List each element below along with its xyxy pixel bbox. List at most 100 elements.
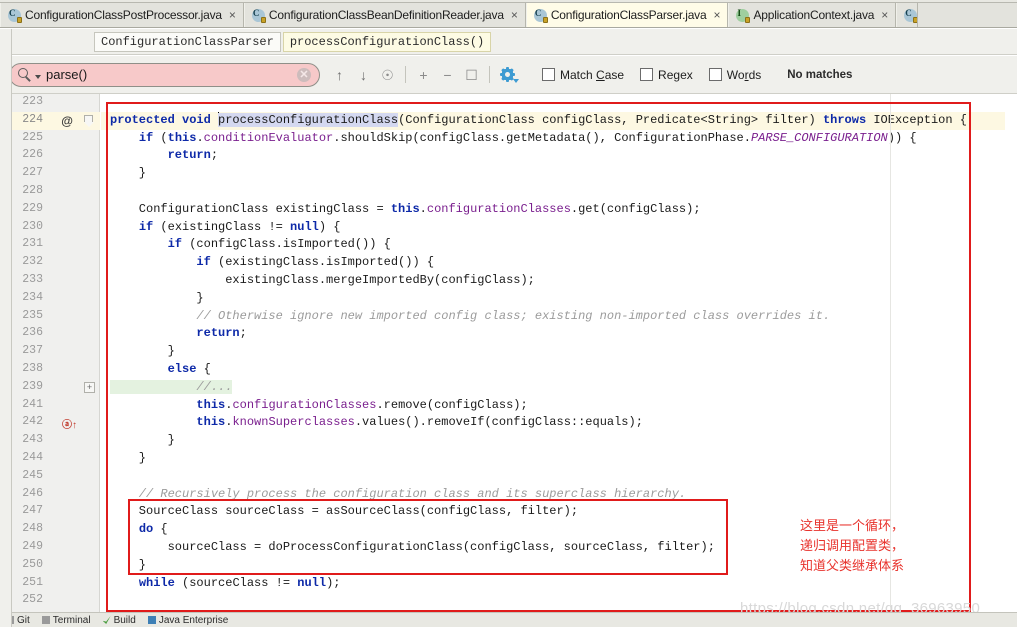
- gutter-row[interactable]: 229: [12, 201, 99, 219]
- code-line[interactable]: // Recursively process the configuration…: [101, 486, 1017, 504]
- code-line[interactable]: [101, 468, 1017, 486]
- fold-expand-icon[interactable]: +: [84, 381, 95, 393]
- gutter-row[interactable]: 237: [12, 343, 99, 361]
- select-all-occurrences-button[interactable]: ☉: [377, 64, 398, 85]
- find-settings-gear[interactable]: [497, 64, 519, 85]
- gutter-row[interactable]: 223: [12, 94, 99, 112]
- find-option-regex[interactable]: Regex: [640, 68, 693, 82]
- status-bar-item-terminal[interactable]: Terminal: [41, 615, 91, 626]
- code-line[interactable]: return;: [101, 147, 1017, 165]
- gutter-row[interactable]: 249: [12, 539, 99, 557]
- gutter-row[interactable]: 244: [12, 450, 99, 468]
- checkbox-icon[interactable]: [708, 68, 722, 81]
- checkbox-icon[interactable]: [542, 68, 555, 81]
- clear-icon[interactable]: ✕: [297, 67, 311, 82]
- code-token: throws: [822, 112, 867, 127]
- code-line[interactable]: }: [101, 165, 1017, 183]
- gutter-row[interactable]: 228: [12, 183, 99, 201]
- java-interface-icon: I: [736, 8, 751, 23]
- close-icon[interactable]: ×: [228, 9, 237, 21]
- find-next-button[interactable]: ↓: [353, 64, 374, 85]
- code-line[interactable]: else {: [101, 361, 1017, 379]
- code-line[interactable]: protected void processConfigurationClass…: [101, 111, 1017, 130]
- status-bar-item-java-enterprise[interactable]: Java Enterprise: [147, 615, 228, 626]
- close-icon[interactable]: ×: [880, 9, 889, 21]
- close-icon[interactable]: ×: [510, 9, 519, 21]
- editor-gutter[interactable]: 223 224 @225 226 227 228 229 230 231 232 233 234 235…: [12, 94, 100, 612]
- editor-vertical-scrollbar[interactable]: [1005, 94, 1017, 612]
- vcs-change-marker-icon[interactable]: ⓐ↑: [62, 416, 77, 431]
- find-toolbar[interactable]: parse() ✕ ↑ ↓ ☉ + − ☐ Match Case Regex Wor…: [0, 56, 1017, 94]
- breadcrumb[interactable]: ConfigurationClassParser processConfigura…: [0, 29, 1017, 55]
- find-option-match-case[interactable]: Match Case: [542, 68, 624, 82]
- gutter-row[interactable]: 245: [12, 468, 99, 486]
- code-line[interactable]: if (existingClass.isImported()) {: [101, 254, 1017, 272]
- chevron-down-icon[interactable]: [35, 74, 41, 79]
- gutter-row[interactable]: 239 +: [12, 379, 99, 397]
- code-line[interactable]: if (configClass.isImported()) {: [101, 236, 1017, 254]
- override-marker-icon[interactable]: @: [61, 114, 73, 128]
- gutter-row[interactable]: 242 ⓐ↑: [12, 414, 99, 432]
- find-options[interactable]: Match Case Regex Words: [542, 68, 761, 82]
- code-line[interactable]: }: [101, 343, 1017, 361]
- find-previous-button[interactable]: ↑: [329, 64, 350, 85]
- editor-tab-0[interactable]: C ConfigurationClassPostProcessor.java ×: [0, 3, 244, 27]
- code-line[interactable]: if (this.conditionEvaluator.shouldSkip(c…: [101, 130, 1017, 148]
- gutter-row[interactable]: 231: [12, 236, 99, 254]
- gutter-row[interactable]: 235: [12, 308, 99, 326]
- code-line[interactable]: }: [101, 432, 1017, 450]
- status-bar-item-build[interactable]: Build: [102, 615, 136, 626]
- select-lines-button[interactable]: ☐: [461, 64, 482, 85]
- code-line[interactable]: if (existingClass != null) {: [101, 219, 1017, 237]
- gutter-row[interactable]: 236: [12, 325, 99, 343]
- gutter-row[interactable]: 243: [12, 432, 99, 450]
- code-line[interactable]: // Otherwise ignore new imported config …: [101, 308, 1017, 326]
- gutter-row[interactable]: 227: [12, 165, 99, 183]
- gutter-row[interactable]: 248: [12, 521, 99, 539]
- editor-tab-3[interactable]: I ApplicationContext.java ×: [728, 3, 897, 27]
- code-line[interactable]: [101, 183, 1017, 201]
- code-line[interactable]: ConfigurationClass existingClass = this.…: [101, 201, 1017, 219]
- code-line[interactable]: //...: [101, 379, 1017, 397]
- find-nav-buttons[interactable]: ↑ ↓ ☉ + − ☐: [329, 64, 519, 85]
- close-icon[interactable]: ×: [712, 9, 721, 21]
- search-input[interactable]: parse() ✕: [9, 62, 320, 87]
- left-tool-window-bar[interactable]: murojelonm: [0, 29, 12, 627]
- code-line[interactable]: return;: [101, 325, 1017, 343]
- editor-tab-strip[interactable]: C ConfigurationClassPostProcessor.java × C C…: [0, 3, 1017, 28]
- gutter-row[interactable]: 230: [12, 219, 99, 237]
- gutter-row[interactable]: 226: [12, 147, 99, 165]
- gutter-row[interactable]: 251: [12, 575, 99, 593]
- code-line[interactable]: this.knownSuperclasses.values().removeIf…: [101, 414, 1017, 432]
- breadcrumb-item-0[interactable]: ConfigurationClassParser: [94, 31, 281, 52]
- gutter-row[interactable]: 232: [12, 254, 99, 272]
- line-number: 247: [22, 504, 43, 518]
- code-line[interactable]: }: [101, 290, 1017, 308]
- find-option-words[interactable]: Words: [708, 68, 761, 82]
- code-line[interactable]: while (sourceClass != null);: [101, 575, 1017, 593]
- breadcrumb-item-1[interactable]: processConfigurationClass(): [282, 31, 492, 52]
- gutter-row[interactable]: 247: [12, 503, 99, 521]
- gutter-row[interactable]: 238: [12, 361, 99, 379]
- gutter-row[interactable]: 224 @: [12, 111, 100, 130]
- code-line[interactable]: this.configurationClasses.remove(configC…: [101, 397, 1017, 415]
- add-line-button[interactable]: +: [413, 64, 434, 85]
- gutter-row[interactable]: 225: [12, 130, 99, 148]
- checkbox-icon[interactable]: [640, 68, 654, 81]
- gutter-row[interactable]: 234: [12, 290, 99, 308]
- editor-tab-partial[interactable]: C: [896, 3, 919, 27]
- editor-tab-1[interactable]: C ConfigurationClassBeanDefinitionReader.…: [243, 3, 526, 27]
- gutter-row[interactable]: 246: [12, 486, 99, 504]
- code-token: IOException {: [866, 112, 967, 127]
- code-line[interactable]: [101, 94, 1017, 112]
- gutter-row[interactable]: 252: [12, 592, 99, 610]
- editor-tab-2[interactable]: C ConfigurationClassParser.java ×: [525, 3, 729, 27]
- gutter-row[interactable]: 233: [12, 272, 99, 290]
- gutter-row[interactable]: 250: [12, 557, 99, 575]
- code-line[interactable]: existingClass.mergeImportedBy(configClas…: [101, 272, 1017, 290]
- status-bar[interactable]: Git Terminal Build Java Enterprise: [0, 612, 1017, 627]
- gutter-row[interactable]: 241: [12, 397, 99, 415]
- remove-line-button[interactable]: −: [437, 64, 458, 85]
- code-line[interactable]: }: [101, 450, 1017, 468]
- fold-collapse-icon[interactable]: [84, 114, 95, 127]
